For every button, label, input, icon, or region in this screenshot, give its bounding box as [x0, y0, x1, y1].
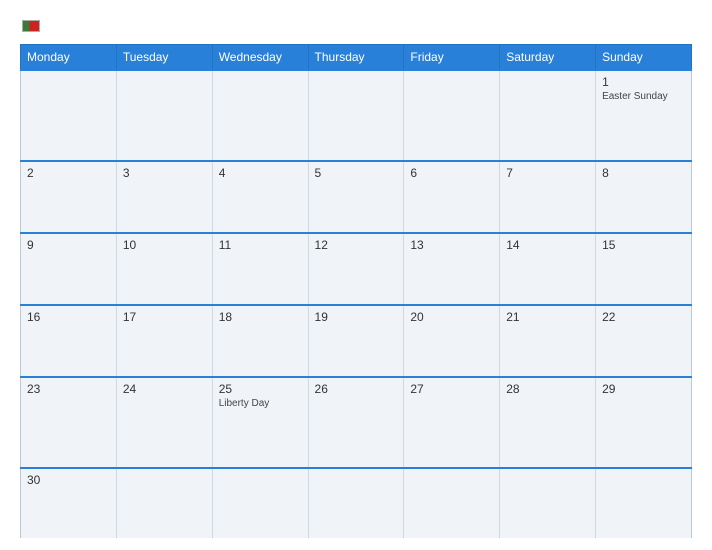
day-number: 28 [506, 382, 589, 396]
day-number: 24 [123, 382, 206, 396]
calendar-cell: 22 [596, 305, 692, 377]
calendar-cell: 21 [500, 305, 596, 377]
day-number: 2 [27, 166, 110, 180]
calendar-cell [21, 70, 117, 161]
logo-flag-icon [22, 20, 40, 32]
weekday-header-thursday: Thursday [308, 45, 404, 71]
calendar-cell: 14 [500, 233, 596, 305]
weekday-header-row: MondayTuesdayWednesdayThursdayFridaySatu… [21, 45, 692, 71]
day-number: 29 [602, 382, 685, 396]
calendar-cell: 26 [308, 377, 404, 468]
weekday-header-friday: Friday [404, 45, 500, 71]
day-event: Easter Sunday [602, 91, 685, 102]
calendar-cell: 3 [116, 161, 212, 233]
calendar-cell [308, 468, 404, 538]
calendar-page: MondayTuesdayWednesdayThursdayFridaySatu… [0, 0, 712, 550]
calendar-cell: 20 [404, 305, 500, 377]
calendar-cell: 18 [212, 305, 308, 377]
day-number: 10 [123, 238, 206, 252]
calendar-cell: 16 [21, 305, 117, 377]
day-number: 11 [219, 238, 302, 252]
day-number: 19 [315, 310, 398, 324]
week-row-4: 16 17 18 19 20 21 22 [21, 305, 692, 377]
week-row-6: 30 [21, 468, 692, 538]
calendar-cell [596, 468, 692, 538]
calendar-cell [212, 468, 308, 538]
calendar-cell [116, 70, 212, 161]
day-number: 7 [506, 166, 589, 180]
day-number: 22 [602, 310, 685, 324]
calendar-cell: 11 [212, 233, 308, 305]
calendar-cell: 4 [212, 161, 308, 233]
day-number: 26 [315, 382, 398, 396]
week-row-2: 2345678 [21, 161, 692, 233]
calendar-cell: 2 [21, 161, 117, 233]
calendar-cell [212, 70, 308, 161]
calendar-cell [404, 468, 500, 538]
day-event: Liberty Day [219, 398, 302, 409]
day-number: 3 [123, 166, 206, 180]
week-row-5: 23 24 25 Liberty Day 26 27 28 29 [21, 377, 692, 468]
day-number: 27 [410, 382, 493, 396]
day-number: 4 [219, 166, 302, 180]
calendar-cell: 15 [596, 233, 692, 305]
logo [20, 18, 40, 34]
calendar-table: MondayTuesdayWednesdayThursdayFridaySatu… [20, 44, 692, 538]
calendar-cell: 17 [116, 305, 212, 377]
header [20, 18, 692, 34]
day-number: 20 [410, 310, 493, 324]
day-number: 5 [315, 166, 398, 180]
calendar-cell: 7 [500, 161, 596, 233]
day-number: 21 [506, 310, 589, 324]
day-number: 17 [123, 310, 206, 324]
week-row-1: 1 Easter Sunday [21, 70, 692, 161]
calendar-cell: 30 [21, 468, 117, 538]
day-number: 12 [315, 238, 398, 252]
day-number: 16 [27, 310, 110, 324]
calendar-cell: 13 [404, 233, 500, 305]
weekday-header-sunday: Sunday [596, 45, 692, 71]
day-number: 15 [602, 238, 685, 252]
day-number: 23 [27, 382, 110, 396]
weekday-header-saturday: Saturday [500, 45, 596, 71]
day-number: 13 [410, 238, 493, 252]
calendar-cell: 8 [596, 161, 692, 233]
week-row-3: 9 10 11 12 13 14 15 [21, 233, 692, 305]
calendar-cell: 28 [500, 377, 596, 468]
calendar-cell: 6 [404, 161, 500, 233]
day-number: 9 [27, 238, 110, 252]
day-number: 25 [219, 382, 302, 396]
calendar-cell: 10 [116, 233, 212, 305]
calendar-cell: 27 [404, 377, 500, 468]
day-number: 1 [602, 75, 685, 89]
calendar-cell: 5 [308, 161, 404, 233]
calendar-cell: 29 [596, 377, 692, 468]
day-number: 18 [219, 310, 302, 324]
day-number: 6 [410, 166, 493, 180]
calendar-cell: 24 [116, 377, 212, 468]
logo-general [20, 18, 40, 34]
calendar-cell: 9 [21, 233, 117, 305]
calendar-cell [308, 70, 404, 161]
calendar-cell: 1 Easter Sunday [596, 70, 692, 161]
calendar-cell: 12 [308, 233, 404, 305]
calendar-cell [500, 468, 596, 538]
calendar-cell: 19 [308, 305, 404, 377]
weekday-header-wednesday: Wednesday [212, 45, 308, 71]
calendar-cell [116, 468, 212, 538]
calendar-cell [500, 70, 596, 161]
calendar-cell: 25 Liberty Day [212, 377, 308, 468]
calendar-cell: 23 [21, 377, 117, 468]
day-number: 14 [506, 238, 589, 252]
day-number: 30 [27, 473, 110, 487]
weekday-header-monday: Monday [21, 45, 117, 71]
calendar-cell [404, 70, 500, 161]
weekday-header-tuesday: Tuesday [116, 45, 212, 71]
day-number: 8 [602, 166, 685, 180]
